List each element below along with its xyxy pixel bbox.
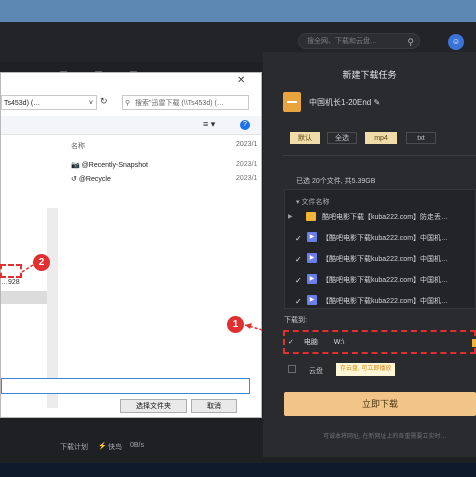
download-plan-label[interactable]: 下载计划 bbox=[60, 442, 88, 452]
panel-title: 新建下载任务 bbox=[342, 70, 397, 80]
divider bbox=[283, 155, 476, 156]
speed-readout: 0B/s bbox=[130, 442, 145, 449]
lightning-icon: ⚡ bbox=[98, 443, 107, 450]
list-item[interactable]: ✓ ▶ 【酷吧电影下载kuba222.com】中国机… bbox=[288, 252, 476, 270]
check-icon[interactable]: ✓ bbox=[295, 234, 302, 243]
app-footer: 下载计划 ⚡ 快鸟 0B/s bbox=[0, 432, 268, 463]
format-tag-default[interactable]: 默认 bbox=[290, 132, 320, 144]
format-tag-mp4[interactable]: mp4 bbox=[365, 132, 397, 144]
check-icon[interactable]: ✓ bbox=[295, 276, 302, 285]
list-item[interactable]: ✓ ▶ 【酷吧电影下载kuba222.com】中国机… bbox=[288, 273, 476, 291]
list-item-label: 【酷吧电影下载kuba222.com】中国机… bbox=[322, 277, 449, 284]
cloud-tip: 存云盘, 可立即播放 bbox=[336, 363, 396, 376]
list-item-label: 酷吧电影下载【kuba222.com】防走丢… bbox=[322, 214, 449, 221]
task-file-name: 中国机长1-20End ✎ bbox=[309, 97, 380, 108]
folder-icon bbox=[306, 212, 316, 221]
file-list bbox=[284, 189, 476, 309]
pc-path[interactable]: W:\ bbox=[334, 339, 344, 346]
cloud-label: 云盘 bbox=[309, 368, 323, 375]
check-icon[interactable]: ✓ bbox=[288, 339, 294, 346]
list-item[interactable]: ▶ 酷吧电影下载【kuba222.com】防走丢… bbox=[288, 210, 476, 228]
video-icon: ▶ bbox=[307, 253, 317, 263]
taskbar bbox=[0, 463, 476, 477]
panel-footnote: 可诚本将网址, 在新网址上的各重需要立实时… bbox=[323, 434, 447, 440]
check-icon[interactable]: ✓ bbox=[295, 297, 302, 306]
video-icon: ▶ bbox=[307, 295, 317, 305]
video-icon: ▶ bbox=[307, 274, 317, 284]
task-file-name-text: 中国机长1-20End bbox=[309, 98, 372, 107]
edit-icon[interactable]: ✎ bbox=[373, 98, 380, 107]
chevron-down-icon[interactable]: ▾ bbox=[296, 199, 300, 206]
file-list-header-label: 文件名称 bbox=[301, 199, 330, 206]
pc-label: 电脑 bbox=[303, 339, 318, 346]
annotation-arrow-2 bbox=[21, 264, 34, 273]
expand-icon[interactable]: ▶ bbox=[288, 213, 293, 220]
cloud-checkbox[interactable] bbox=[288, 365, 296, 373]
list-item[interactable]: ✓ ▶ 【酷吧电影下载kuba222.com】中国机… bbox=[288, 294, 476, 312]
list-item-label: 【酷吧电影下载kuba222.com】中国机… bbox=[322, 256, 449, 263]
fast-bird-label[interactable]: 快鸟 bbox=[108, 442, 122, 452]
pc-destination-row[interactable]: ✓ 电脑 W:\ bbox=[288, 337, 344, 347]
file-list-header: ▾ 文件名称 bbox=[296, 197, 329, 207]
browse-folder-icon[interactable] bbox=[472, 339, 476, 347]
selection-info: 已选 20个文件, 共5.39GB bbox=[296, 178, 376, 185]
check-icon[interactable]: ✓ bbox=[295, 255, 302, 264]
download-to-label: 下载到: bbox=[284, 317, 307, 324]
list-item[interactable]: ✓ ▶ 【酷吧电影下载kuba222.com】中国机… bbox=[288, 231, 476, 249]
format-tag-txt[interactable]: txt bbox=[406, 132, 436, 144]
video-icon: ▶ bbox=[307, 232, 317, 242]
list-item-label: 【酷吧电影下载kuba222.com】中国机… bbox=[322, 235, 449, 242]
annotation-badge-1: 1 bbox=[227, 316, 244, 333]
format-tag-select-all[interactable]: 全选 bbox=[327, 132, 357, 144]
list-item-label: 【酷吧电影下载kuba222.com】中国机… bbox=[322, 298, 449, 305]
file-icon bbox=[283, 92, 301, 112]
download-now-button[interactable]: 立即下载 bbox=[284, 392, 476, 416]
